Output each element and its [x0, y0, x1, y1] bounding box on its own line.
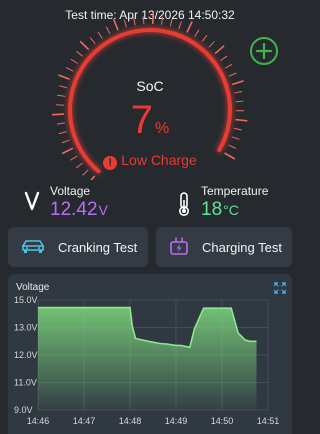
add-button[interactable]: [249, 36, 279, 66]
cranking-test-button[interactable]: Cranking Test: [8, 227, 148, 267]
gauge-tick: [224, 63, 233, 69]
temperature-number: 18: [201, 199, 223, 220]
gauge-tick: [178, 21, 182, 30]
gauge-tick: [186, 21, 193, 33]
voltage-number: 12.42: [50, 199, 98, 220]
gauge-tick: [65, 67, 74, 72]
x-tick-label: 14:48: [119, 416, 142, 426]
gauge-tick: [169, 18, 173, 27]
gauge-tick: [214, 45, 225, 55]
gauge-tick: [142, 16, 145, 25]
voltage-label: Voltage: [50, 184, 91, 198]
charging-test-label: Charging Test: [202, 239, 282, 255]
y-tick-label: 12.0V: [14, 350, 38, 360]
x-tick-label: 14:49: [165, 416, 188, 426]
warning-icon: !: [103, 156, 118, 170]
temperature-label: Temperature: [201, 184, 269, 198]
gauge-tick: [201, 34, 208, 42]
y-tick-label: 13.0V: [14, 323, 38, 333]
chart-title: Voltage: [16, 282, 50, 293]
gauge-tick: [194, 29, 200, 37]
gauge-tick: [82, 169, 89, 176]
car-icon: [22, 240, 44, 253]
y-tick-label: 15.0V: [14, 295, 38, 305]
gauge-tick: [90, 175, 96, 180]
soc-number: 7: [130, 98, 153, 142]
gauge-tick: [105, 26, 111, 35]
soc-value: 7%: [0, 98, 300, 143]
gauge-tick: [97, 31, 103, 39]
x-tick-label: 14:51: [257, 416, 280, 426]
voltage-area: [38, 307, 257, 410]
y-tick-label: 9.0V: [14, 405, 33, 415]
x-tick-label: 14:46: [27, 416, 50, 426]
gauge-tick: [228, 72, 237, 77]
gauge-tick: [76, 50, 84, 57]
temperature-unit: °C: [223, 202, 239, 218]
charge-status-text: Low Charge: [121, 152, 197, 168]
charging-test-button[interactable]: Charging Test: [156, 227, 292, 267]
gauge-tick: [112, 18, 119, 31]
gauge-tick: [89, 37, 96, 45]
charge-status: ! Low Charge: [0, 152, 300, 170]
expand-icon[interactable]: [274, 282, 286, 294]
voltage-chart: 15.0V 13.0V 12.0V 11.0V 9.0V 14:46 14:47 14:48…: [14, 295, 280, 426]
gauge-tick: [133, 17, 136, 26]
gauge-tick: [70, 58, 78, 64]
gauge-tick: [228, 144, 237, 149]
x-tick-label: 14:50: [211, 416, 234, 426]
gauge-tick: [220, 55, 228, 62]
gauge-tick: [79, 40, 90, 51]
gauge-tick: [208, 41, 215, 48]
voltage-icon: [24, 191, 40, 211]
gauge-tick: [57, 94, 66, 97]
x-axis-ticks: 14:46 14:47 14:48 14:49 14:50 14:51: [27, 416, 280, 426]
cranking-test-label: Cranking Test: [58, 239, 138, 255]
soc-label: SoC: [136, 78, 164, 94]
voltage-unit: V: [98, 202, 108, 218]
temperature-value: 18°C: [201, 199, 239, 221]
charging-plug-icon: [170, 237, 188, 255]
x-tick-label: 14:47: [73, 416, 96, 426]
voltage-value: 12.42V: [50, 199, 108, 221]
y-axis-ticks: 15.0V 13.0V 12.0V 11.0V 9.0V: [14, 295, 38, 415]
gauge-tick: [161, 16, 164, 25]
soc-unit: %: [155, 120, 170, 137]
gauge-tick: [123, 19, 127, 28]
y-tick-label: 11.0V: [14, 378, 37, 388]
thermometer-icon: [179, 192, 189, 216]
